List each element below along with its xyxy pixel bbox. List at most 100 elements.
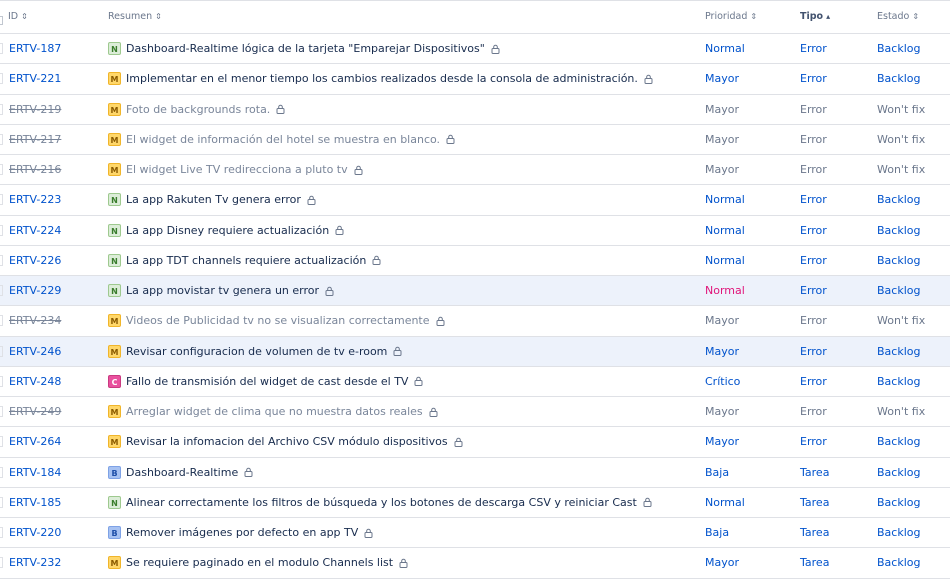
row-checkbox[interactable] <box>0 527 3 538</box>
issue-status[interactable]: Won't fix <box>877 125 925 154</box>
issue-summary[interactable]: M Videos de Publicidad tv no se visualiza… <box>108 306 445 335</box>
row-checkbox[interactable] <box>0 103 3 115</box>
issue-priority[interactable]: Normal <box>705 488 745 517</box>
issue-summary[interactable]: N Dashboard-Realtime lógica de la tarjeta… <box>108 34 500 63</box>
issue-status[interactable]: Won't fix <box>877 95 925 124</box>
table-row[interactable]: ERTV-246 M Revisar configuracion de volume… <box>0 336 950 367</box>
issue-summary-text[interactable]: El widget Live TV redirecciona a pluto t… <box>126 155 348 184</box>
row-checkbox[interactable] <box>0 345 3 357</box>
issue-type[interactable]: Error <box>800 306 827 335</box>
issue-priority[interactable]: Mayor <box>705 427 739 456</box>
issue-summary-text[interactable]: El widget de información del hotel se mu… <box>126 125 440 154</box>
row-checkbox[interactable] <box>0 73 3 85</box>
issue-summary-text[interactable]: Arreglar widget de clima que no muestra … <box>126 397 423 426</box>
issue-type[interactable]: Error <box>800 367 827 396</box>
issue-type[interactable]: Tarea <box>800 458 829 487</box>
issue-priority[interactable]: Normal <box>705 276 745 305</box>
table-row[interactable]: ERTV-226 N La app TDT channels requiere ac… <box>0 246 950 276</box>
issue-summary-text[interactable]: Videos de Publicidad tv no se visualizan… <box>126 306 430 335</box>
issue-summary-text[interactable]: Remover imágenes por defecto en app TV <box>126 518 358 547</box>
issue-summary-text[interactable]: Fallo de transmisión del widget de cast … <box>126 367 408 396</box>
issue-priority[interactable]: Mayor <box>705 95 739 124</box>
issue-summary[interactable]: M Se requiere paginado en el modulo Chann… <box>108 548 408 577</box>
issue-priority[interactable]: Mayor <box>705 64 739 93</box>
issue-type[interactable]: Error <box>800 397 827 426</box>
table-row[interactable]: ERTV-216 M El widget Live TV redirecciona … <box>0 155 950 186</box>
issue-priority[interactable]: Mayor <box>705 397 739 426</box>
table-row[interactable]: ERTV-249 M Arreglar widget de clima que no… <box>0 397 950 428</box>
issue-summary[interactable]: M Foto de backgrounds rota. <box>108 95 285 124</box>
issue-priority[interactable]: Normal <box>705 34 745 63</box>
row-checkbox[interactable] <box>0 466 3 478</box>
issue-priority[interactable]: Normal <box>705 246 745 275</box>
row-checkbox[interactable] <box>0 436 3 448</box>
issue-summary[interactable]: C Fallo de transmisión del widget de cast… <box>108 367 423 396</box>
issue-priority[interactable]: Mayor <box>705 337 739 366</box>
issue-key-link[interactable]: ERTV-232 <box>9 548 61 577</box>
issue-summary-text[interactable]: Dashboard-Realtime lógica de la tarjeta … <box>126 34 485 63</box>
issue-summary[interactable]: N La app TDT channels requiere actualizac… <box>108 246 381 275</box>
issue-key-link[interactable]: ERTV-264 <box>9 427 61 456</box>
issue-priority[interactable]: Mayor <box>705 155 739 184</box>
issue-key-link[interactable]: ERTV-220 <box>9 518 61 547</box>
issue-summary[interactable]: N La app Rakuten Tv genera error <box>108 185 316 214</box>
issue-key-link[interactable]: ERTV-184 <box>9 458 61 487</box>
issue-status[interactable]: Won't fix <box>877 397 925 426</box>
issue-key-link[interactable]: ERTV-219 <box>9 95 61 124</box>
row-checkbox[interactable] <box>0 224 3 236</box>
column-header-priority[interactable]: Prioridad ⇕ <box>705 1 757 33</box>
issue-type[interactable]: Error <box>800 64 827 93</box>
row-checkbox[interactable] <box>0 133 3 145</box>
issue-key-link[interactable]: ERTV-229 <box>9 276 61 305</box>
issue-summary[interactable]: B Remover imágenes por defecto en app TV <box>108 518 373 547</box>
issue-summary-text[interactable]: Revisar la infomacion del Archivo CSV mó… <box>126 427 448 456</box>
issue-status[interactable]: Backlog <box>877 518 920 547</box>
row-checkbox[interactable] <box>0 254 3 266</box>
issue-summary[interactable]: N La app Disney requiere actualización <box>108 216 344 245</box>
issue-summary-text[interactable]: Dashboard-Realtime <box>126 458 238 487</box>
row-checkbox[interactable] <box>0 375 3 387</box>
issue-type[interactable]: Error <box>800 155 827 184</box>
column-header-status[interactable]: Estado ⇕ <box>877 1 919 33</box>
issue-summary[interactable]: M El widget Live TV redirecciona a pluto … <box>108 155 363 184</box>
issue-status[interactable]: Backlog <box>877 185 920 214</box>
table-row[interactable]: ERTV-248 C Fallo de transmisión del widget… <box>0 367 950 397</box>
issue-type[interactable]: Tarea <box>800 518 829 547</box>
issue-summary-text[interactable]: La app TDT channels requiere actualizaci… <box>126 246 366 275</box>
issue-summary[interactable]: M Arreglar widget de clima que no muestra… <box>108 397 438 426</box>
row-checkbox[interactable] <box>0 285 3 296</box>
table-row[interactable]: ERTV-220 B Remover imágenes por defecto en… <box>0 518 950 549</box>
column-header-summary[interactable]: Resumen ⇕ <box>108 1 162 33</box>
issue-type[interactable]: Tarea <box>800 488 829 517</box>
issue-status[interactable]: Backlog <box>877 548 920 577</box>
issue-status[interactable]: Backlog <box>877 216 920 245</box>
issue-key-link[interactable]: ERTV-217 <box>9 125 61 154</box>
issue-key-link[interactable]: ERTV-187 <box>9 34 61 63</box>
table-row[interactable]: ERTV-234 M Videos de Publicidad tv no se v… <box>0 306 950 337</box>
row-checkbox[interactable] <box>0 557 3 569</box>
issue-priority[interactable]: Normal <box>705 185 745 214</box>
issue-key-link[interactable]: ERTV-185 <box>9 488 61 517</box>
issue-priority[interactable]: Mayor <box>705 125 739 154</box>
issue-summary[interactable]: M Revisar la infomacion del Archivo CSV m… <box>108 427 463 456</box>
issue-summary[interactable]: N La app movistar tv genera un error <box>108 276 334 305</box>
table-row[interactable]: ERTV-221 M Implementar en el menor tiempo … <box>0 64 950 95</box>
issue-status[interactable]: Backlog <box>877 337 920 366</box>
issue-type[interactable]: Tarea <box>800 548 829 577</box>
issue-priority[interactable]: Mayor <box>705 306 739 335</box>
table-row[interactable]: ERTV-229 N La app movistar tv genera un er… <box>0 276 950 307</box>
issue-type[interactable]: Error <box>800 34 827 63</box>
issue-summary-text[interactable]: Alinear correctamente los filtros de bús… <box>126 488 637 517</box>
table-row[interactable]: ERTV-224 N La app Disney requiere actualiz… <box>0 216 950 246</box>
table-row[interactable]: ERTV-184 B Dashboard-Realtime Baja Tarea Back… <box>0 458 950 488</box>
row-checkbox[interactable] <box>0 496 3 508</box>
row-checkbox[interactable] <box>0 164 3 175</box>
row-checkbox[interactable] <box>0 315 3 327</box>
issue-type[interactable]: Error <box>800 125 827 154</box>
issue-summary-text[interactable]: Implementar en el menor tiempo los cambi… <box>126 64 638 93</box>
issue-priority[interactable]: Mayor <box>705 548 739 577</box>
issue-priority[interactable]: Baja <box>705 458 729 487</box>
issue-key-link[interactable]: ERTV-248 <box>9 367 61 396</box>
issue-key-link[interactable]: ERTV-224 <box>9 216 61 245</box>
table-row[interactable]: ERTV-185 N Alinear correctamente los filtr… <box>0 488 950 518</box>
